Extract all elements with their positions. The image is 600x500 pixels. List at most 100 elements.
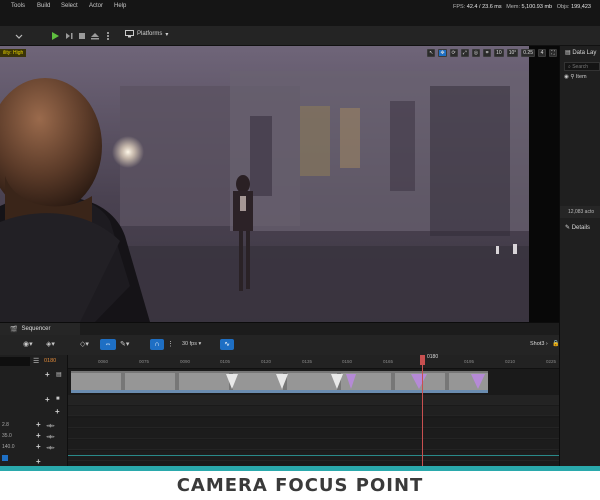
menu-help[interactable]: Help — [114, 3, 126, 9]
caption-title: CAMERA FOCUS POINT — [176, 475, 424, 496]
thumbnail-strip — [71, 371, 488, 393]
camera-speed-value[interactable]: 4 — [538, 49, 546, 57]
mode-dropdown-icon[interactable] — [14, 30, 32, 42]
clapper-icon: 🎬 — [10, 326, 18, 333]
frame-rate-label: 30 fps — [182, 341, 197, 347]
data-layers-item-label: Item — [575, 74, 587, 80]
play-icon[interactable] — [50, 30, 60, 42]
objs-label: Objs: — [556, 4, 570, 10]
track-row[interactable] — [68, 418, 559, 428]
key-nav-icon[interactable]: ◂◆▸ — [46, 445, 55, 451]
viewport-tools: ↖ ✥ ⟳ ⤢ ◎ ⌗ 10 10° 0.25 4 ⛶ — [427, 49, 557, 57]
add-track-icon[interactable]: + — [45, 395, 50, 404]
add-track-icon[interactable]: + — [45, 370, 50, 379]
eye-dropdown-icon[interactable]: ◉▾ — [23, 340, 33, 348]
level-viewport[interactable]: ility: High ↖ ✥ ⟳ ⤢ ◎ ⌗ 10 10° 0.25 4 ⛶ — [0, 46, 559, 322]
track-value[interactable]: 35.0 — [2, 433, 12, 439]
scale-snap-value[interactable]: 0.25 — [521, 49, 535, 57]
camera-dropdown-icon[interactable]: ◈▾ — [46, 340, 55, 348]
scale-icon[interactable]: ⤢ — [460, 49, 469, 57]
shot-label: Shot3 — [530, 341, 545, 347]
shot-breadcrumb[interactable]: Shot3 › — [530, 341, 548, 347]
time-ruler[interactable]: 0060 0075 0090 0105 0120 0135 0150 0165 … — [68, 355, 559, 369]
add-key-icon[interactable]: + — [36, 431, 41, 440]
edit-pencil-icon[interactable]: ✎▾ — [120, 340, 129, 348]
lock-icon[interactable]: 🔒 — [552, 340, 559, 347]
tick-label: 0075 — [139, 359, 150, 364]
add-track-icon[interactable]: + — [55, 407, 60, 416]
track-row[interactable] — [68, 395, 559, 405]
caption-band: CAMERA FOCUS POINT — [0, 471, 600, 500]
curve-editor-icon[interactable]: ∿ — [220, 339, 234, 350]
surface-snap-icon[interactable]: ⌗ — [483, 49, 492, 57]
stop-icon[interactable] — [77, 30, 87, 42]
tick-label: 0210 — [505, 359, 516, 364]
camera-track-icon[interactable]: ■ — [56, 396, 60, 402]
track-row[interactable] — [68, 440, 559, 450]
keyframe-checkbox[interactable] — [2, 455, 8, 461]
menu-select[interactable]: Select — [61, 3, 78, 9]
sequencer-toolbar: ◉▾ ◈▾ ◇▾ ⇔ ✎▾ ∩ ⋮ 30 fps ▾ ∿ Shot3 › 🔒 — [0, 335, 559, 355]
track-row[interactable] — [68, 451, 559, 461]
tick-label: 0150 — [342, 359, 353, 364]
tick-label: 0090 — [180, 359, 191, 364]
grid-snap-value[interactable]: 10 — [494, 49, 504, 57]
sequencer-tab[interactable]: 🎬 Sequencer — [0, 323, 80, 335]
track-search-input[interactable] — [0, 357, 30, 366]
sequencer-outliner: ☰ 0180 + ▤ + ■ + 2.8 35.0 140.0 + + + ◂◆… — [0, 355, 68, 467]
pin-icon[interactable]: ⚲ — [570, 74, 574, 80]
current-frame-field[interactable]: 0180 — [44, 358, 56, 364]
shot-thumbnail-track[interactable] — [71, 371, 488, 393]
track-value[interactable]: 140.0 — [2, 444, 15, 450]
menu-tools[interactable]: Tools — [11, 3, 25, 9]
track-row[interactable] — [68, 406, 559, 416]
chevron-down-icon: ▾ — [165, 31, 169, 38]
playhead-frame-label: 0180 — [427, 354, 439, 360]
data-layers-search[interactable]: ⌕ Search — [564, 62, 600, 71]
fps-value: 42.4 — [466, 4, 478, 10]
filter-icon[interactable]: ☰ — [33, 357, 39, 365]
platforms-button[interactable]: Platforms ▾ — [125, 30, 168, 38]
playhead[interactable] — [420, 355, 425, 467]
details-tab[interactable]: ✎ Details — [565, 224, 590, 231]
move-icon[interactable]: ✥ — [438, 49, 447, 57]
sequencer-panel: 🎬 Sequencer ◉▾ ◈▾ ◇▾ ⇔ ✎▾ ∩ ⋮ 30 fps ▾ ∿… — [0, 322, 559, 467]
platforms-icon — [125, 30, 134, 38]
key-diamond-icon[interactable]: ◇▾ — [80, 340, 89, 348]
data-layers-tab-label: Data Lay — [572, 50, 597, 56]
select-mode-icon[interactable]: ↖ — [427, 49, 436, 57]
add-key-icon[interactable]: + — [36, 420, 41, 429]
data-layers-search-placeholder: Search — [572, 64, 589, 70]
more-options-icon[interactable] — [103, 30, 113, 42]
snap-options-icon[interactable]: ⋮ — [167, 340, 174, 348]
snap-magnet-icon[interactable]: ∩ — [150, 339, 164, 350]
data-layers-list-header: ◉ ⚲ Item — [564, 74, 587, 80]
add-key-icon[interactable]: + — [36, 457, 41, 466]
maximize-icon[interactable]: ⛶ — [549, 49, 557, 57]
world-space-icon[interactable]: ◎ — [471, 49, 481, 57]
platforms-label: Platforms — [137, 31, 163, 37]
playhead-handle[interactable] — [420, 355, 425, 365]
data-layers-tab[interactable]: ▤ Data Lay — [565, 49, 596, 56]
step-icon[interactable] — [64, 30, 74, 42]
eject-icon[interactable] — [90, 30, 100, 42]
track-settings-icon[interactable]: ▤ — [56, 371, 62, 378]
frame-rate-dropdown[interactable]: 30 fps ▾ — [182, 341, 201, 347]
sequencer-tab-label: Sequencer — [21, 326, 51, 332]
visibility-eye-icon[interactable]: ◉ — [564, 74, 569, 80]
add-key-icon[interactable]: + — [36, 442, 41, 451]
rotation-snap-value[interactable]: 10° — [506, 49, 519, 57]
objs-value: 199,423 — [571, 4, 591, 10]
track-row[interactable] — [68, 429, 559, 439]
actor-count: 12,083 acto — [560, 206, 600, 218]
key-nav-icon[interactable]: ◂◆▸ — [46, 423, 55, 429]
tick-label: 0165 — [383, 359, 394, 364]
menu-build[interactable]: Build — [37, 3, 50, 9]
auto-key-icon[interactable]: ⇔ — [100, 339, 116, 350]
sequencer-timeline[interactable]: 0060 0075 0090 0105 0120 0135 0150 0165 … — [68, 354, 559, 467]
tick-label: 0135 — [302, 359, 313, 364]
key-nav-icon[interactable]: ◂◆▸ — [46, 434, 55, 440]
rotate-icon[interactable]: ⟳ — [449, 49, 458, 57]
track-value[interactable]: 2.8 — [2, 422, 9, 428]
menu-actor[interactable]: Actor — [89, 3, 103, 9]
